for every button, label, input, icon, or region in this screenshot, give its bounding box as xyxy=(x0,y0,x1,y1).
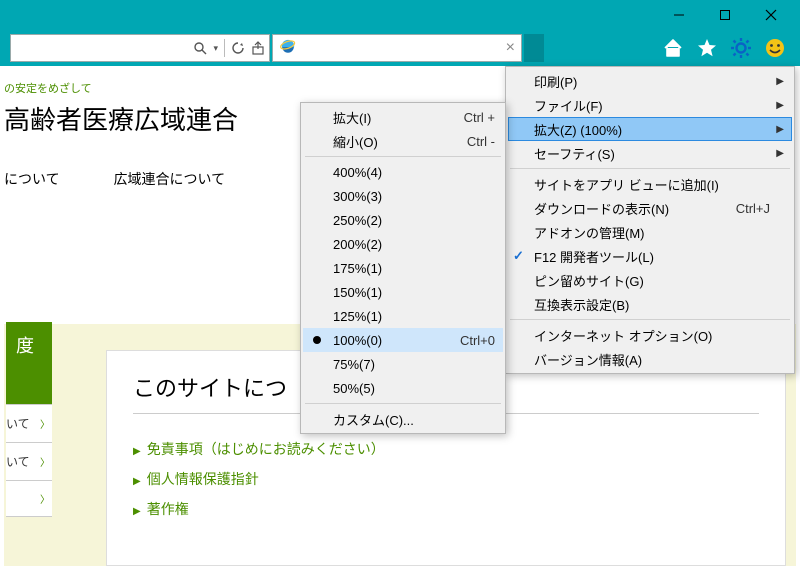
zoom-level[interactable]: 50%(5) xyxy=(303,376,503,400)
zoom-level[interactable]: 125%(1) xyxy=(303,304,503,328)
maximize-button[interactable] xyxy=(702,0,748,30)
panel-link[interactable]: ▶著作権 xyxy=(133,494,759,524)
menu-item-pinned[interactable]: ピン留めサイト(G) xyxy=(508,268,792,292)
side-list-item[interactable]: 〉 xyxy=(6,480,52,517)
tab-close-icon[interactable]: × xyxy=(506,40,515,56)
triangle-bullet-icon: ▶ xyxy=(133,476,141,487)
submenu-arrow-icon: ▶ xyxy=(776,100,784,111)
minimize-button[interactable] xyxy=(656,0,702,30)
menu-item-about[interactable]: バージョン情報(A) xyxy=(508,347,792,371)
close-button[interactable] xyxy=(748,0,794,30)
favorites-star-icon[interactable] xyxy=(694,35,720,61)
zoom-custom[interactable]: カスタム(C)... xyxy=(303,407,503,431)
new-tab-button[interactable] xyxy=(524,34,544,62)
share-icon[interactable] xyxy=(251,41,265,55)
side-list-item[interactable]: いて〉 xyxy=(6,404,52,442)
menu-item-safety[interactable]: セーフティ(S)▶ xyxy=(508,141,792,165)
browser-tab[interactable]: × xyxy=(272,34,522,62)
menu-item-zoom[interactable]: 拡大(Z) (100%)▶ xyxy=(508,117,792,141)
menu-item-file[interactable]: ファイル(F)▶ xyxy=(508,93,792,117)
zoom-out[interactable]: 縮小(O)Ctrl - xyxy=(303,129,503,153)
zoom-in[interactable]: 拡大(I)Ctrl + xyxy=(303,105,503,129)
toolbar-icons xyxy=(660,35,794,61)
submenu-arrow-icon: ▶ xyxy=(776,148,784,159)
triangle-bullet-icon: ▶ xyxy=(133,506,141,517)
refresh-icon[interactable] xyxy=(231,41,245,55)
zoom-level[interactable]: 250%(2) xyxy=(303,208,503,232)
submenu-arrow-icon: ▶ xyxy=(776,76,784,87)
nav-item[interactable]: について xyxy=(4,171,60,187)
zoom-submenu: 拡大(I)Ctrl + 縮小(O)Ctrl - 400%(4) 300%(3) … xyxy=(300,102,506,434)
zoom-level[interactable]: 150%(1) xyxy=(303,280,503,304)
feedback-smiley-icon[interactable] xyxy=(762,35,788,61)
menu-item-compat[interactable]: 互換表示設定(B) xyxy=(508,292,792,316)
menu-item-print[interactable]: 印刷(P)▶ xyxy=(508,69,792,93)
zoom-level[interactable]: 300%(3) xyxy=(303,184,503,208)
search-icon[interactable] xyxy=(193,41,207,55)
zoom-level[interactable]: 75%(7) xyxy=(303,352,503,376)
settings-gear-icon[interactable] xyxy=(728,35,754,61)
menu-item-internet-options[interactable]: インターネット オプション(O) xyxy=(508,323,792,347)
current-dot-icon xyxy=(313,336,321,344)
panel-link[interactable]: ▶個人情報保護指針 xyxy=(133,464,759,494)
check-icon: ✓ xyxy=(513,248,524,264)
menu-separator xyxy=(510,168,790,169)
side-tab[interactable]: 度 xyxy=(6,322,52,408)
zoom-level[interactable]: 175%(1) xyxy=(303,256,503,280)
chevron-right-icon: 〉 xyxy=(40,454,50,469)
submenu-arrow-icon: ▶ xyxy=(776,124,784,135)
nav-item[interactable]: 広域連合について xyxy=(113,171,225,187)
settings-menu: 印刷(P)▶ ファイル(F)▶ 拡大(Z) (100%)▶ セーフティ(S)▶ … xyxy=(505,66,795,374)
menu-separator xyxy=(305,403,501,404)
menu-item-downloads[interactable]: ダウンロードの表示(N)Ctrl+J xyxy=(508,196,792,220)
menu-separator xyxy=(510,319,790,320)
chevron-right-icon: 〉 xyxy=(40,416,50,431)
side-list: いて〉 いて〉 〉 xyxy=(6,404,52,517)
zoom-level[interactable]: 200%(2) xyxy=(303,232,503,256)
zoom-level-current[interactable]: 100%(0)Ctrl+0 xyxy=(303,328,503,352)
search-dropdown-icon[interactable]: ▾ xyxy=(213,43,218,54)
side-list-item[interactable]: いて〉 xyxy=(6,442,52,480)
triangle-bullet-icon: ▶ xyxy=(133,446,141,457)
titlebar xyxy=(0,0,800,30)
ie-logo-icon xyxy=(279,37,297,60)
menu-item-addons[interactable]: アドオンの管理(M) xyxy=(508,220,792,244)
home-icon[interactable] xyxy=(660,35,686,61)
zoom-level[interactable]: 400%(4) xyxy=(303,160,503,184)
url-search-box[interactable]: ▾ xyxy=(10,34,270,62)
menu-separator xyxy=(305,156,501,157)
chevron-right-icon: 〉 xyxy=(40,491,50,506)
address-bar: ▾ × xyxy=(0,30,800,66)
menu-item-add-appview[interactable]: サイトをアプリ ビューに追加(I) xyxy=(508,172,792,196)
panel-link[interactable]: ▶免責事項（はじめにお読みください） xyxy=(133,434,759,464)
menu-item-f12[interactable]: ✓F12 開発者ツール(L) xyxy=(508,244,792,268)
